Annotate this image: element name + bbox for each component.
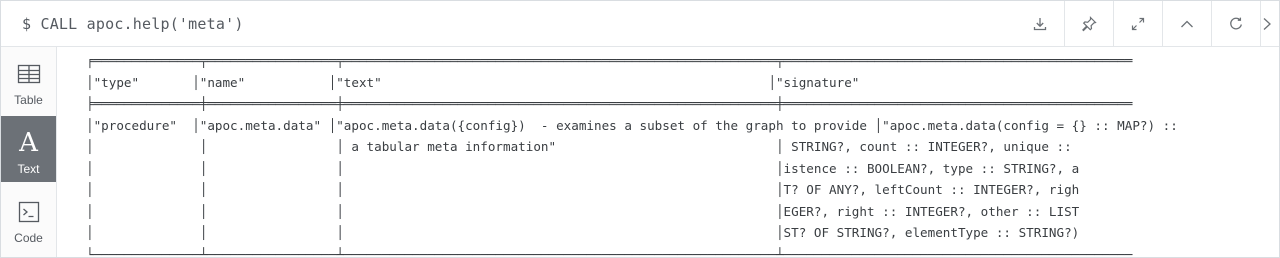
code-icon bbox=[18, 199, 40, 225]
sidebar-item-label: Table bbox=[14, 93, 43, 107]
sidebar-item-label: Code bbox=[14, 231, 43, 245]
table-header-border: ╞══════════════╪═════════════════╪══════… bbox=[86, 96, 1133, 111]
expand-icon bbox=[1130, 16, 1146, 32]
text-glyph: A bbox=[19, 128, 38, 158]
pin-icon bbox=[1081, 15, 1097, 32]
rerun-button[interactable] bbox=[1212, 1, 1260, 46]
chevron-right-icon bbox=[1261, 16, 1273, 32]
table-row: │ │ │ │ST? OF STRING?, elementType :: ST… bbox=[86, 225, 1080, 240]
frame-header: $ CALL apoc.help('meta') bbox=[1, 1, 1279, 47]
collapse-button[interactable] bbox=[1163, 1, 1211, 46]
sidebar-item-text[interactable]: A Text bbox=[1, 116, 56, 182]
sidebar-item-code[interactable]: Code bbox=[1, 185, 56, 251]
close-button[interactable] bbox=[1261, 1, 1279, 46]
table-header-row: │"type" │"name" │"text" │"signature" bbox=[86, 74, 860, 90]
download-icon bbox=[1033, 17, 1047, 31]
sidebar-item-label: Text bbox=[17, 162, 40, 176]
table-row: │ │ │ │EGER?, right :: INTEGER?, other :… bbox=[86, 203, 1080, 219]
ascii-table: ╒══════════════╤═════════════════╤══════… bbox=[86, 50, 1178, 257]
prompt-symbol: $ bbox=[22, 15, 32, 33]
chevron-up-icon bbox=[1179, 16, 1195, 32]
text-icon: A bbox=[19, 130, 38, 156]
table-row: │"procedure" │"apoc.meta.data" │"apoc.me… bbox=[86, 117, 1178, 133]
view-sidebar: Table A Text Code bbox=[1, 47, 57, 257]
table-row: │ │ │ │T? OF ANY?, leftCount :: INTEGER?… bbox=[86, 182, 1080, 197]
rerun-icon bbox=[1228, 16, 1244, 32]
table-row: │ │ │ │istence :: BOOLEAN?, type :: STRI… bbox=[86, 160, 1080, 176]
text-result-view: ╒══════════════╤═════════════════╤══════… bbox=[57, 47, 1279, 257]
table-bottom-border: └──────────────┴─────────────────┴──────… bbox=[86, 246, 1133, 258]
table-icon bbox=[17, 61, 41, 87]
query-editor[interactable]: $ CALL apoc.help('meta') bbox=[22, 15, 244, 33]
query-text[interactable]: CALL apoc.help('meta') bbox=[40, 15, 243, 33]
frame-toolbar bbox=[1016, 1, 1279, 46]
table-row: │ │ │ a tabular meta information" │ STRI… bbox=[86, 139, 1072, 154]
download-button[interactable] bbox=[1016, 1, 1064, 46]
sidebar-item-table[interactable]: Table bbox=[1, 47, 56, 113]
pin-button[interactable] bbox=[1065, 1, 1113, 46]
table-top-border: ╒══════════════╤═════════════════╤══════… bbox=[86, 53, 1133, 68]
result-frame: $ CALL apoc.help('meta') Table A Text Co… bbox=[0, 0, 1280, 258]
fullscreen-button[interactable] bbox=[1114, 1, 1162, 46]
